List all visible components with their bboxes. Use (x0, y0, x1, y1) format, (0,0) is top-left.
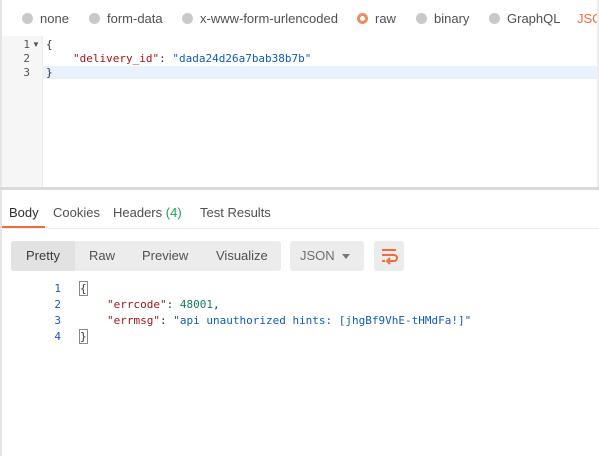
tab-test-results[interactable]: Test Results (200, 205, 271, 220)
radio-form-data[interactable]: form-data (89, 9, 163, 27)
response-format-label: JSON (300, 248, 335, 263)
json-punctuation: } (46, 66, 53, 79)
code-line: } (79, 329, 88, 344)
json-key: "delivery_id" (73, 52, 160, 65)
line-number: 1 (23, 38, 30, 51)
json-string: "api unauthorized hints: [jhgBf9VhE-tHMd… (173, 314, 472, 327)
chevron-down-icon[interactable]: ▼ (32, 38, 40, 52)
radio-raw[interactable]: raw (357, 9, 396, 27)
radio-label: form-data (107, 10, 163, 26)
view-visualize-button[interactable]: Visualize (202, 241, 282, 271)
active-line-highlight (42, 66, 599, 79)
radio-circle-icon (489, 12, 500, 24)
tab-cookies[interactable]: Cookies (53, 205, 100, 220)
radio-label: none (40, 10, 69, 26)
line-number: 3 (23, 66, 30, 79)
view-pretty-button[interactable]: Pretty (11, 241, 75, 271)
json-punctuation: : (159, 314, 174, 327)
radio-circle-icon (22, 12, 33, 24)
radio-label: raw (375, 10, 396, 26)
code-line: { (46, 38, 53, 52)
code-line: "errmsg": "api unauthorized hints: [jhgB… (107, 314, 471, 328)
radio-urlencoded[interactable]: x-www-form-urlencoded (182, 9, 338, 27)
format-label: JSON (577, 10, 599, 26)
caret-down-icon (342, 254, 350, 259)
radio-label: GraphQL (507, 10, 561, 26)
response-format-select[interactable]: JSON (290, 241, 364, 271)
code-line: { (79, 281, 88, 296)
radio-checked-icon (357, 12, 368, 24)
json-punctuation: { (79, 281, 88, 296)
radio-circle-icon (182, 12, 193, 24)
json-punctuation: { (46, 38, 53, 51)
radio-graphql[interactable]: GraphQL (489, 9, 560, 27)
radio-none[interactable]: none (22, 9, 69, 27)
wrap-lines-button[interactable] (374, 241, 404, 271)
json-key: "errcode" (107, 298, 167, 311)
radio-circle-icon (89, 12, 100, 24)
code-line: } (46, 66, 53, 80)
json-string: "dada24d26a7bab38b7b" (172, 52, 312, 65)
tabs-divider (0, 228, 599, 229)
json-punctuation: : (159, 52, 173, 65)
headers-count-badge: (4) (165, 205, 182, 220)
json-punctuation: : (166, 298, 180, 311)
radio-circle-icon (416, 12, 427, 24)
tab-body[interactable]: Body (9, 205, 39, 220)
code-line: "errcode": 48001, (107, 298, 220, 312)
line-number: 4 (54, 330, 61, 343)
tab-headers[interactable]: Headers (4) (113, 205, 182, 220)
view-mode-switch: Pretty Raw Preview Visualize (11, 241, 281, 271)
body-type-selector: none form-data x-www-form-urlencoded raw… (0, 0, 599, 36)
view-preview-button[interactable]: Preview (128, 241, 202, 271)
json-number: 48001 (179, 298, 213, 311)
pane-divider[interactable] (0, 187, 599, 190)
json-key: "errmsg" (107, 314, 160, 327)
line-number: 2 (23, 52, 30, 65)
format-dropdown[interactable]: JSON (577, 9, 599, 27)
code-line: "delivery_id": "dada24d26a7bab38b7b" (73, 52, 311, 66)
wrap-lines-icon (382, 249, 398, 265)
radio-binary[interactable]: binary (416, 9, 469, 27)
radio-label: x-www-form-urlencoded (200, 10, 338, 26)
line-number: 1 (54, 282, 61, 295)
json-punctuation: } (79, 329, 88, 344)
line-number: 2 (54, 298, 61, 311)
line-number: 3 (54, 314, 61, 327)
json-punctuation: , (212, 298, 220, 311)
view-raw-button[interactable]: Raw (75, 241, 129, 271)
request-body-editor[interactable]: 1 ▼ { 2 "delivery_id": "dada24d26a7bab38… (0, 36, 599, 188)
radio-label: binary (434, 10, 470, 26)
tab-label: Headers (113, 205, 163, 220)
